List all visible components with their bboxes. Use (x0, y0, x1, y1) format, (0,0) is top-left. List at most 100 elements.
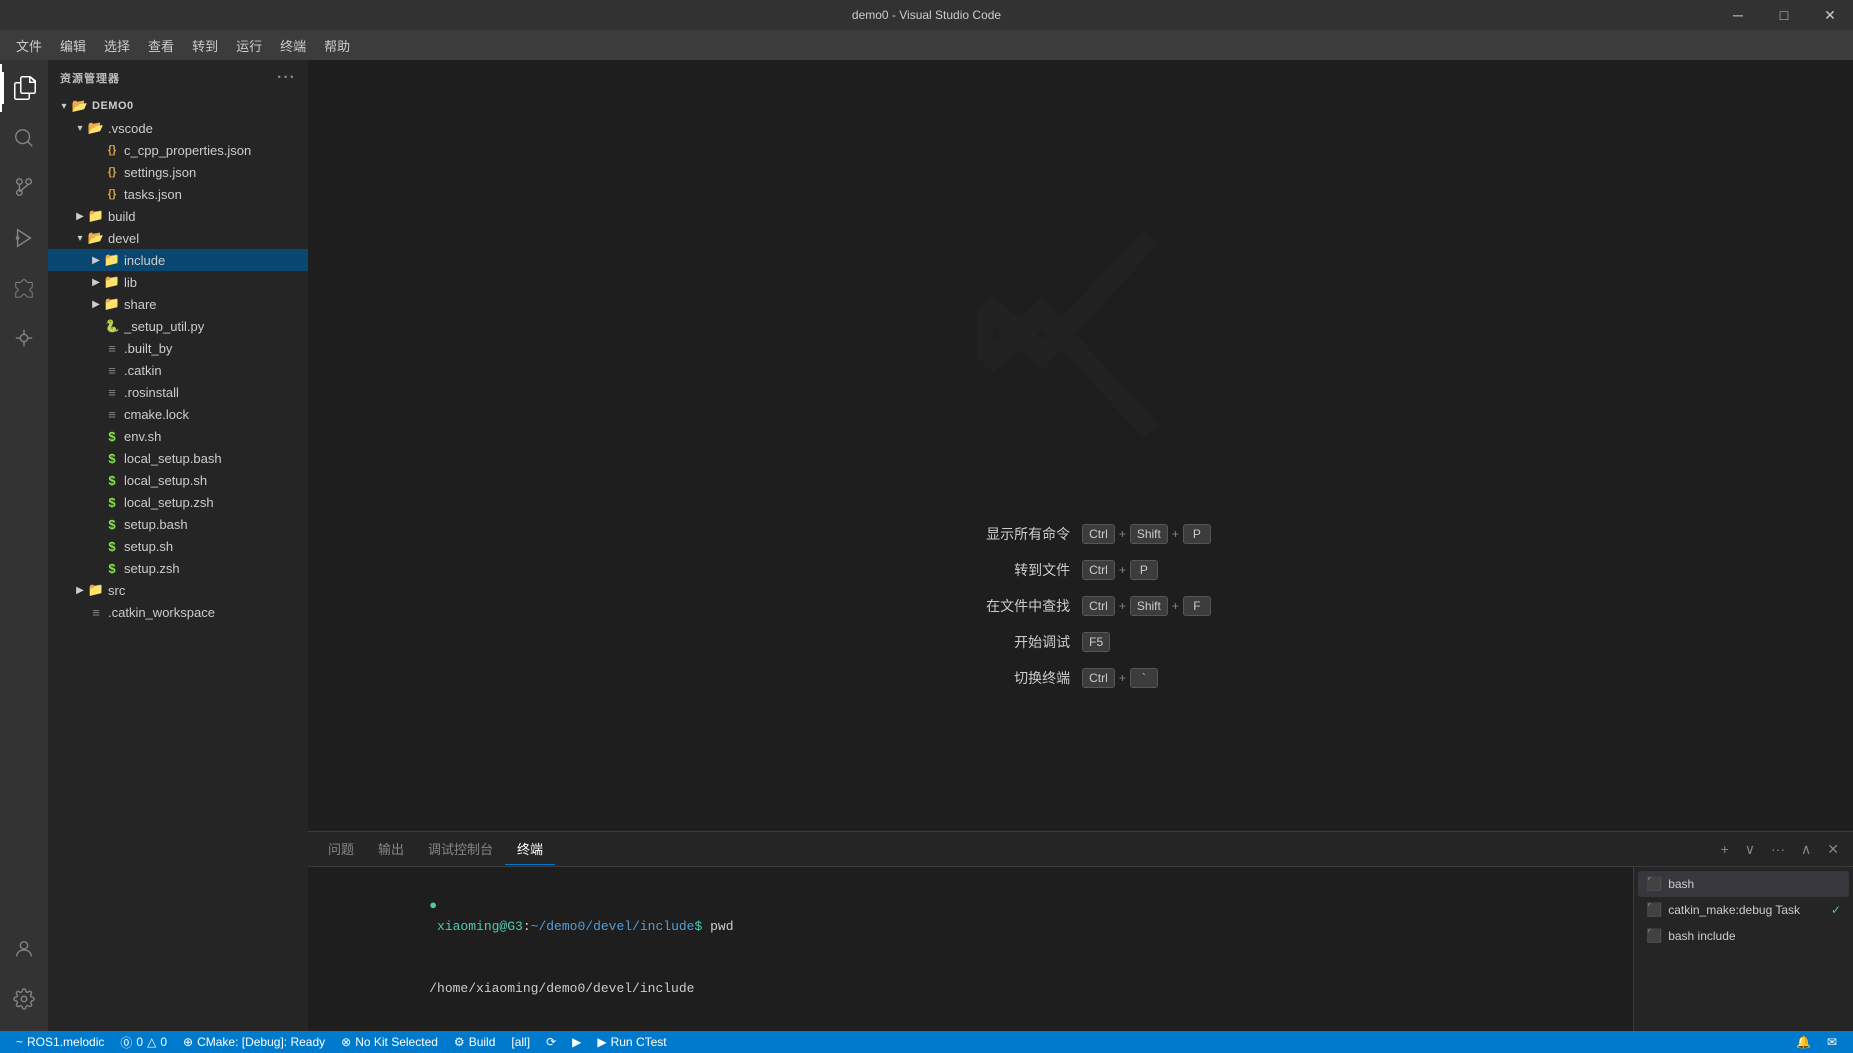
menu-item-运行[interactable]: 运行 (228, 32, 270, 59)
panel-split[interactable]: ∨ (1739, 839, 1761, 860)
status-ros[interactable]: ~ ROS1.melodic (8, 1031, 112, 1053)
key-ctrl-1: Ctrl (1082, 524, 1115, 544)
tree-item-include[interactable]: ▶📁include (48, 249, 308, 271)
tab-terminal[interactable]: 终端 (505, 833, 555, 865)
tree-item-local_setup_zsh[interactable]: $ local_setup.zsh (48, 491, 308, 513)
status-errors[interactable]: ⓪ 0 △ 0 (112, 1031, 175, 1053)
tree-arrow-tasks (88, 186, 104, 202)
tree-item-devel[interactable]: ▾📂devel (48, 227, 308, 249)
sidebar-header: 资源管理器 ··· (48, 60, 308, 95)
tab-output[interactable]: 输出 (366, 833, 416, 865)
activity-ros[interactable] (0, 314, 48, 362)
activity-account[interactable] (0, 925, 48, 973)
tree-item-setup_sh[interactable]: $setup.sh (48, 535, 308, 557)
tree-item-lib[interactable]: ▶📁lib (48, 271, 308, 293)
tree-label-local_setup_zsh: local_setup.zsh (124, 495, 308, 510)
status-notifications[interactable]: 🔔 (1788, 1031, 1819, 1053)
menu-item-文件[interactable]: 文件 (8, 32, 50, 59)
tree-icon-_built_by: ≡ (104, 340, 120, 356)
tree-item-c_cpp_properties[interactable]: {}c_cpp_properties.json (48, 139, 308, 161)
close-button[interactable]: ✕ (1807, 0, 1853, 30)
panel-more[interactable]: ··· (1765, 839, 1791, 859)
menu-item-编辑[interactable]: 编辑 (52, 32, 94, 59)
activity-run[interactable] (0, 214, 48, 262)
status-feedback[interactable]: ✉ (1819, 1031, 1845, 1053)
status-all[interactable]: [all] (503, 1031, 538, 1053)
shortcut-hints: 显示所有命令 Ctrl + Shift + P 转到文件 Ctr (950, 524, 1211, 688)
minimize-button[interactable]: ─ (1715, 0, 1761, 30)
tree-item-_catkin_workspace[interactable]: ≡.catkin_workspace (48, 601, 308, 623)
tree-icon-demo0: 📂 (72, 98, 88, 114)
shortcut-row-4: 开始调试 F5 (950, 632, 1110, 652)
activity-bar (0, 60, 48, 1031)
activity-settings[interactable] (0, 975, 48, 1023)
tab-debug-console[interactable]: 调试控制台 (416, 833, 505, 865)
status-cmake-refresh[interactable]: ⟳ (538, 1031, 564, 1053)
search-icon (13, 127, 35, 149)
tab-problems[interactable]: 问题 (316, 833, 366, 865)
activity-explorer[interactable] (0, 64, 48, 112)
status-nokit[interactable]: ⊗ No Kit Selected (333, 1031, 446, 1053)
tree-item-setup_bash[interactable]: $setup.bash (48, 513, 308, 535)
tree-icon-share: 📁 (104, 296, 120, 312)
terminal-icon-1: ⬛ (1646, 876, 1662, 892)
tree-item-build[interactable]: ▶📁build (48, 205, 308, 227)
status-build[interactable]: ⚙ Build (446, 1031, 503, 1053)
tree-icon-local_setup_bash: $ (104, 450, 120, 466)
maximize-button[interactable]: □ (1761, 0, 1807, 30)
tree-item-src[interactable]: ▶📁src (48, 579, 308, 601)
tree-icon-local_setup_zsh: $ (104, 494, 120, 510)
tree-label-src: src (108, 583, 308, 598)
tree-label-setup_sh: setup.sh (124, 539, 308, 554)
tree-item-share[interactable]: ▶📁share (48, 293, 308, 315)
tree-label-include: include (124, 253, 308, 268)
menu-item-帮助[interactable]: 帮助 (316, 32, 358, 59)
menu-item-查看[interactable]: 查看 (140, 32, 182, 59)
key-f5: F5 (1082, 632, 1110, 652)
term-instance-bash1[interactable]: ⬛ bash (1638, 871, 1849, 897)
tree-item-_catkin[interactable]: ≡.catkin (48, 359, 308, 381)
tree-arrow-vscode: ▾ (72, 120, 88, 136)
tree-item-_built_by[interactable]: ≡ .built_by (48, 337, 308, 359)
tree-label-c_cpp_properties: c_cpp_properties.json (124, 143, 308, 158)
sidebar-more-options[interactable]: ··· (277, 69, 296, 87)
key-shift-1: Shift (1130, 524, 1168, 544)
tree-item-local_setup_bash[interactable]: $local_setup.bash (48, 447, 308, 469)
file-tree: ▾📂DEMO0▾📂.vscode{}c_cpp_properties.json{… (48, 95, 308, 1031)
tree-item-_setup_util_py[interactable]: 🐍_setup_util.py (48, 315, 308, 337)
menu-item-选择[interactable]: 选择 (96, 32, 138, 59)
activity-extensions[interactable] (0, 264, 48, 312)
tree-item-vscode[interactable]: ▾📂.vscode (48, 117, 308, 139)
panel-close[interactable]: ✕ (1821, 839, 1845, 860)
terminal-icon-3: ⬛ (1646, 928, 1662, 944)
vscode-logo (951, 204, 1211, 464)
status-cmake[interactable]: ⊕ CMake: [Debug]: Ready (175, 1031, 333, 1053)
status-error-count: 0 (136, 1035, 143, 1049)
key-plus-5: + (1119, 671, 1126, 685)
key-plus-1b: + (1172, 527, 1179, 541)
term-instance-catkin[interactable]: ⬛ catkin_make:debug Task ✓ (1638, 897, 1849, 923)
term-instance-label-3: bash include (1668, 929, 1735, 943)
term-instance-bash2[interactable]: ⬛ bash include (1638, 923, 1849, 949)
panel-new-terminal[interactable]: + (1715, 839, 1735, 859)
tree-item-tasks[interactable]: {}tasks.json (48, 183, 308, 205)
terminal-content[interactable]: ● xiaoming@G3:~/demo0/devel/include$ pwd… (308, 867, 1633, 1031)
tree-item-setup_zsh[interactable]: $setup.zsh (48, 557, 308, 579)
menu-item-终端[interactable]: 终端 (272, 32, 314, 59)
run-debug-icon (13, 227, 35, 249)
tree-item-local_setup_sh[interactable]: $local_setup.sh (48, 469, 308, 491)
tree-item-cmake_lock[interactable]: ≡cmake.lock (48, 403, 308, 425)
status-run[interactable]: ▶ (564, 1031, 589, 1053)
activity-source-control[interactable] (0, 164, 48, 212)
activity-search[interactable] (0, 114, 48, 162)
panel-collapse[interactable]: ∧ (1795, 839, 1817, 860)
menu-item-转到[interactable]: 转到 (184, 32, 226, 59)
tree-item-demo0[interactable]: ▾📂DEMO0 (48, 95, 308, 117)
tree-item-settings[interactable]: {}settings.json (48, 161, 308, 183)
status-ctest-icon: ▶ (597, 1035, 606, 1049)
window-controls[interactable]: ─ □ ✕ (1715, 0, 1853, 30)
status-ctest[interactable]: ▶ Run CTest (589, 1031, 674, 1053)
tree-label-_built_by: .built_by (124, 341, 308, 356)
tree-item-_rosinstall[interactable]: ≡.rosinstall (48, 381, 308, 403)
tree-item-env_sh[interactable]: $env.sh (48, 425, 308, 447)
